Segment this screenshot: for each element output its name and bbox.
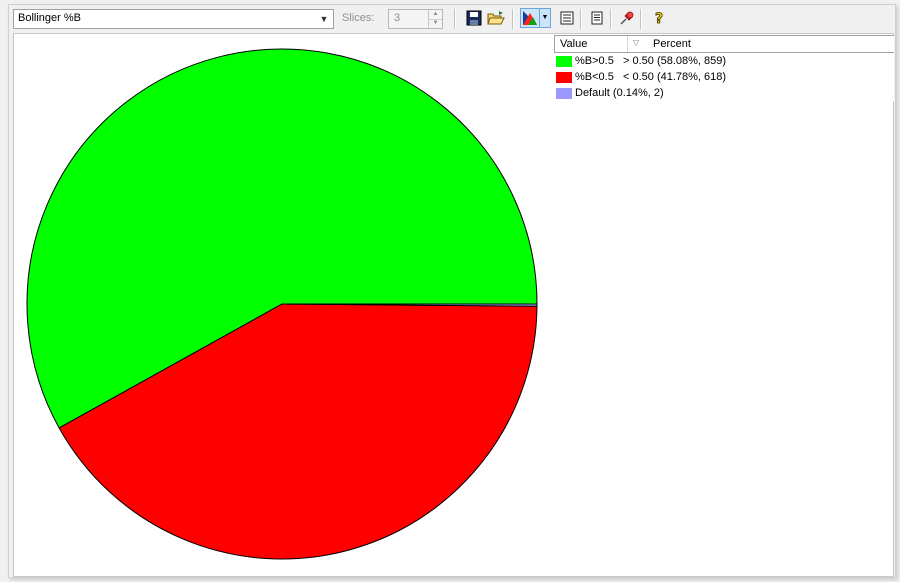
legend-detail: > 0.50 (58.08%, 859): [623, 55, 727, 67]
toolbar-separator: [640, 9, 642, 29]
open-button[interactable]: [486, 8, 506, 28]
list-view-button[interactable]: [587, 8, 607, 28]
pie-chart: [26, 48, 538, 560]
chart-area: Value ▽ Percent %B>0.5 > 0.50 (58.08%, 8…: [13, 33, 894, 577]
slices-stepper-buttons: ▲ ▼: [428, 10, 442, 28]
legend-column-percent[interactable]: Percent: [653, 38, 691, 50]
toolbar: Bollinger %B ▼ Slices: 3 ▲ ▼ ▼ ?: [9, 5, 895, 33]
save-icon: [466, 10, 482, 26]
table-view-button[interactable]: [557, 8, 577, 28]
chart-type-dropdown[interactable]: ▼: [540, 8, 551, 28]
slices-stepper[interactable]: 3 ▲ ▼: [388, 9, 443, 29]
legend-column-value[interactable]: Value: [560, 38, 587, 50]
sort-arrow-icon: ▽: [633, 38, 640, 47]
indicator-select-value: Bollinger %B: [18, 12, 81, 24]
slices-value: 3: [394, 12, 401, 24]
pie-chart-icon: [523, 11, 537, 25]
legend-swatch: [556, 56, 572, 67]
legend-label: %B>0.5: [575, 55, 614, 67]
table-icon: [560, 11, 574, 25]
legend-swatch: [556, 88, 572, 99]
pin-icon: [620, 11, 634, 25]
legend-row[interactable]: %B<0.5 < 0.50 (41.78%, 618): [554, 69, 894, 85]
save-button[interactable]: [464, 8, 484, 28]
toolbar-separator: [580, 9, 582, 29]
legend: Value ▽ Percent %B>0.5 > 0.50 (58.08%, 8…: [554, 35, 894, 101]
chart-type-button[interactable]: [520, 8, 540, 28]
legend-swatch: [556, 72, 572, 83]
legend-detail: < 0.50 (41.78%, 618): [623, 71, 727, 83]
legend-row[interactable]: Default (0.14%, 2): [554, 85, 894, 101]
toolbar-separator: [610, 9, 612, 29]
legend-label: %B<0.5: [575, 71, 614, 83]
pie-chart-window: Bollinger %B ▼ Slices: 3 ▲ ▼ ▼ ? Value ▽…: [8, 4, 896, 578]
slices-label: Slices:: [342, 12, 375, 24]
legend-header: Value ▽ Percent: [554, 35, 894, 53]
dropdown-arrow-icon: ▼: [541, 14, 549, 21]
list-icon: [591, 11, 603, 25]
open-folder-icon: [487, 11, 505, 25]
column-divider: [627, 36, 628, 52]
indicator-select[interactable]: Bollinger %B ▼: [13, 9, 334, 29]
help-icon: ?: [655, 11, 664, 26]
toolbar-separator: [512, 9, 514, 29]
legend-label: Default (0.14%, 2): [575, 87, 664, 99]
svg-text:?: ?: [655, 11, 663, 26]
chevron-down-icon: ▼: [319, 14, 329, 24]
toolbar-separator: [454, 9, 456, 29]
stepper-down-icon[interactable]: ▼: [429, 19, 442, 28]
pin-button[interactable]: [617, 8, 637, 28]
help-button[interactable]: ?: [649, 8, 669, 28]
legend-row[interactable]: %B>0.5 > 0.50 (58.08%, 859): [554, 53, 894, 69]
